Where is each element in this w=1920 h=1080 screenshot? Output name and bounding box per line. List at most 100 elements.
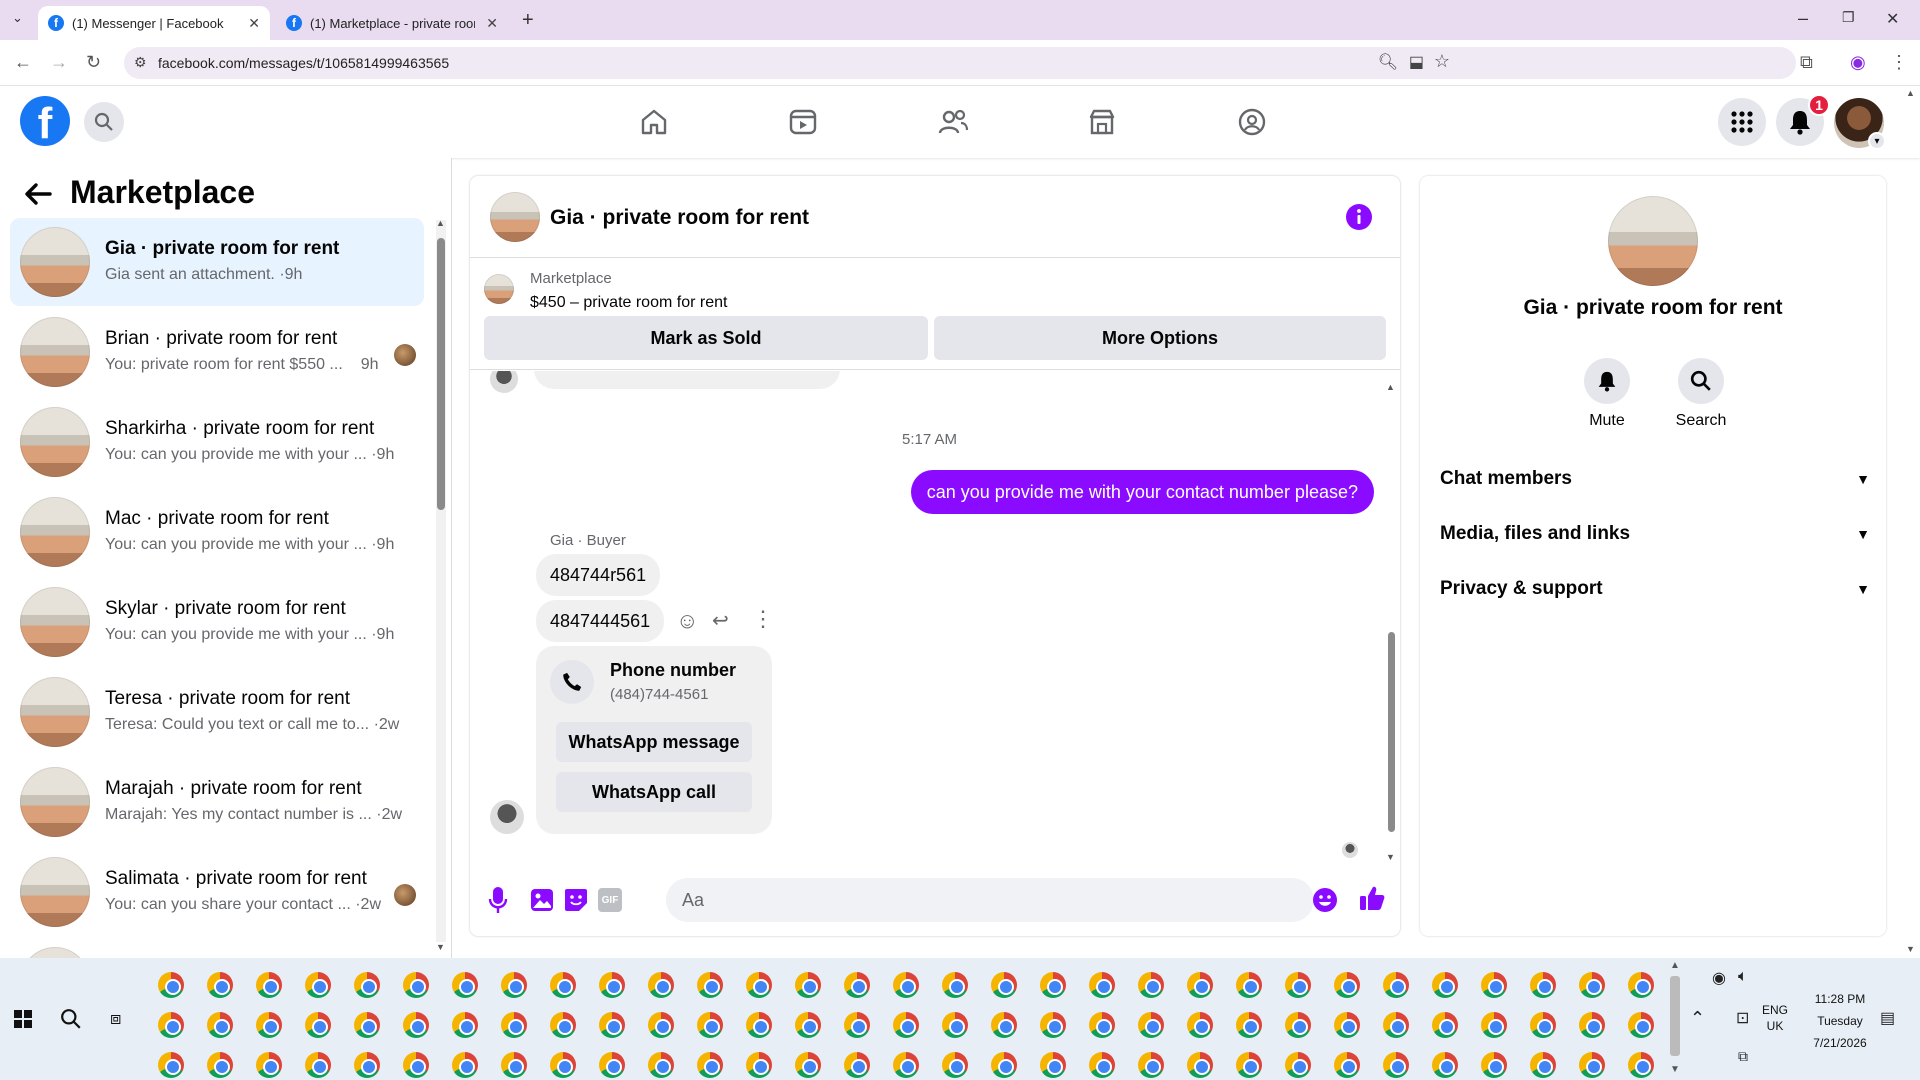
taskbar-app-icon[interactable] xyxy=(697,1012,723,1038)
conversation-item[interactable]: Mac · private room for rent You: can you … xyxy=(10,488,424,576)
minimize-icon[interactable]: – xyxy=(1798,8,1808,29)
taskbar-app-icon[interactable] xyxy=(158,972,184,998)
taskbar-app-icon[interactable] xyxy=(501,1052,527,1078)
taskbar-app-icon[interactable] xyxy=(1383,1052,1409,1078)
chat-title[interactable]: Gia · private room for rent xyxy=(550,206,809,230)
taskbar-app-icon[interactable] xyxy=(746,1052,772,1078)
conversation-item[interactable]: Gia · private room for rent Gia sent an a… xyxy=(10,218,424,306)
taskbar-app-icon[interactable] xyxy=(550,1012,576,1038)
scrollbar-thumb[interactable] xyxy=(1388,632,1395,832)
taskbar-app-icon[interactable] xyxy=(844,1052,870,1078)
taskbar-app-icon[interactable] xyxy=(1383,1012,1409,1038)
bookmark-star-icon[interactable]: ☆ xyxy=(1434,51,1450,72)
taskbar-app-icon[interactable] xyxy=(1089,1052,1115,1078)
taskbar-app-icon[interactable] xyxy=(1138,1052,1164,1078)
taskbar-app-icon[interactable] xyxy=(1481,972,1507,998)
taskbar-app-icon[interactable] xyxy=(746,972,772,998)
taskbar-app-icon[interactable] xyxy=(256,972,282,998)
gaming-icon[interactable] xyxy=(1232,102,1272,142)
taskbar-search-icon[interactable] xyxy=(60,1008,82,1030)
taskbar-app-icon[interactable] xyxy=(550,1052,576,1078)
taskbar-app-icon[interactable] xyxy=(1040,972,1066,998)
listing-title[interactable]: $450 – private room for rent xyxy=(530,294,727,312)
taskbar-app-icon[interactable] xyxy=(207,1012,233,1038)
taskbar-app-icon[interactable] xyxy=(1334,972,1360,998)
taskbar-app-icon[interactable] xyxy=(648,972,674,998)
listing-thumbnail[interactable] xyxy=(484,274,514,304)
back-arrow-icon[interactable] xyxy=(24,182,52,206)
incoming-message[interactable]: 484744r561 xyxy=(536,554,661,596)
react-emoji-icon[interactable]: ☺ xyxy=(676,608,698,634)
outgoing-message[interactable]: can you provide me with your contact num… xyxy=(910,470,1374,514)
overflow-up-icon[interactable]: ▲ xyxy=(1670,960,1680,971)
taskbar-app-icon[interactable] xyxy=(1530,1012,1556,1038)
conversation-item[interactable]: Teresa · private room for rent Teresa: Co… xyxy=(10,668,424,756)
taskbar-app-icon[interactable] xyxy=(991,1052,1017,1078)
taskbar-app-icon[interactable] xyxy=(1628,1052,1654,1078)
taskbar-app-icon[interactable] xyxy=(550,972,576,998)
taskbar-app-icon[interactable] xyxy=(893,1012,919,1038)
taskbar-app-icon[interactable] xyxy=(1334,1012,1360,1038)
search-conversation-button[interactable]: Search xyxy=(1666,358,1736,430)
taskbar-app-icon[interactable] xyxy=(1236,1012,1262,1038)
sticker-icon[interactable] xyxy=(564,888,588,912)
video-icon[interactable] xyxy=(783,102,823,142)
taskbar-app-icon[interactable] xyxy=(893,1052,919,1078)
gif-icon[interactable]: GIF xyxy=(598,888,622,912)
profile-picture[interactable] xyxy=(1608,196,1698,286)
taskbar-app-icon[interactable] xyxy=(1432,1012,1458,1038)
taskbar-app-icon[interactable] xyxy=(403,1012,429,1038)
more-options-button[interactable]: More Options xyxy=(934,316,1386,360)
taskbar-app-icon[interactable] xyxy=(1187,1052,1213,1078)
scroll-up-icon[interactable]: ▲ xyxy=(1386,382,1395,392)
mute-button[interactable]: Mute xyxy=(1582,358,1632,430)
taskbar-app-icon[interactable] xyxy=(1579,1012,1605,1038)
taskbar-app-icon[interactable] xyxy=(1383,972,1409,998)
taskbar-app-icon[interactable] xyxy=(354,1012,380,1038)
notifications-button[interactable]: 1 xyxy=(1776,94,1830,146)
scrollbar-track[interactable] xyxy=(436,220,446,942)
taskbar-app-icon[interactable] xyxy=(1579,972,1605,998)
taskbar-app-icon[interactable] xyxy=(844,1012,870,1038)
taskbar-app-icon[interactable] xyxy=(1432,972,1458,998)
overflow-down-icon[interactable]: ▼ xyxy=(1670,1064,1680,1075)
clock[interactable]: 11:28 PM Tuesday 7/21/2026 xyxy=(1800,988,1880,1054)
taskbar-app-icon[interactable] xyxy=(1285,1012,1311,1038)
taskbar-app-icon[interactable] xyxy=(1040,1052,1066,1078)
page-scroll-up-icon[interactable]: ▲ xyxy=(1906,88,1915,98)
scrollbar-thumb[interactable] xyxy=(437,238,445,510)
home-icon[interactable] xyxy=(634,102,674,142)
scroll-up-icon[interactable]: ▲ xyxy=(436,218,445,228)
tab-search-icon[interactable]: ⌄ xyxy=(12,10,23,26)
taskbar-app-icon[interactable] xyxy=(942,1052,968,1078)
chat-members-section[interactable]: Chat members ▼ xyxy=(1440,468,1870,490)
scroll-down-icon[interactable]: ▼ xyxy=(436,942,445,952)
more-actions-icon[interactable]: ⋮ xyxy=(752,606,774,632)
taskbar-app-icon[interactable] xyxy=(403,1052,429,1078)
menu-dots-icon[interactable]: ⋮ xyxy=(1890,52,1908,73)
taskbar-app-icon[interactable] xyxy=(158,1012,184,1038)
taskbar-app-icon[interactable] xyxy=(599,1052,625,1078)
taskbar-app-icon[interactable] xyxy=(305,1052,331,1078)
taskbar-app-icon[interactable] xyxy=(501,972,527,998)
taskbar-app-icon[interactable] xyxy=(795,1052,821,1078)
task-view-icon[interactable]: ⧈ xyxy=(110,1008,121,1029)
restore-icon[interactable]: ❐ xyxy=(1842,9,1855,26)
conversation-item[interactable]: Marajah · private room for rent Marajah: … xyxy=(10,758,424,846)
taskbar-app-icon[interactable] xyxy=(991,1012,1017,1038)
tab-marketplace[interactable]: f (1) Marketplace - private room ✕ xyxy=(276,6,508,40)
taskbar-app-icon[interactable] xyxy=(1530,1052,1556,1078)
page-scroll-down-icon[interactable]: ▼ xyxy=(1906,944,1915,954)
taskbar-app-icon[interactable] xyxy=(599,972,625,998)
taskbar-app-icon[interactable] xyxy=(1040,1012,1066,1038)
extensions-icon[interactable]: ⧉ xyxy=(1800,52,1813,73)
new-tab-icon[interactable]: + xyxy=(522,9,534,32)
taskbar-app-icon[interactable] xyxy=(1432,1052,1458,1078)
chat-avatar[interactable] xyxy=(490,192,540,242)
taskbar-app-icon[interactable] xyxy=(1628,1012,1654,1038)
account-avatar[interactable]: ▾ xyxy=(1834,98,1886,150)
taskbar-app-icon[interactable] xyxy=(746,1012,772,1038)
marketplace-icon[interactable] xyxy=(1082,102,1122,142)
taskbar-app-icon[interactable] xyxy=(1187,972,1213,998)
taskbar-app-icon[interactable] xyxy=(1481,1052,1507,1078)
